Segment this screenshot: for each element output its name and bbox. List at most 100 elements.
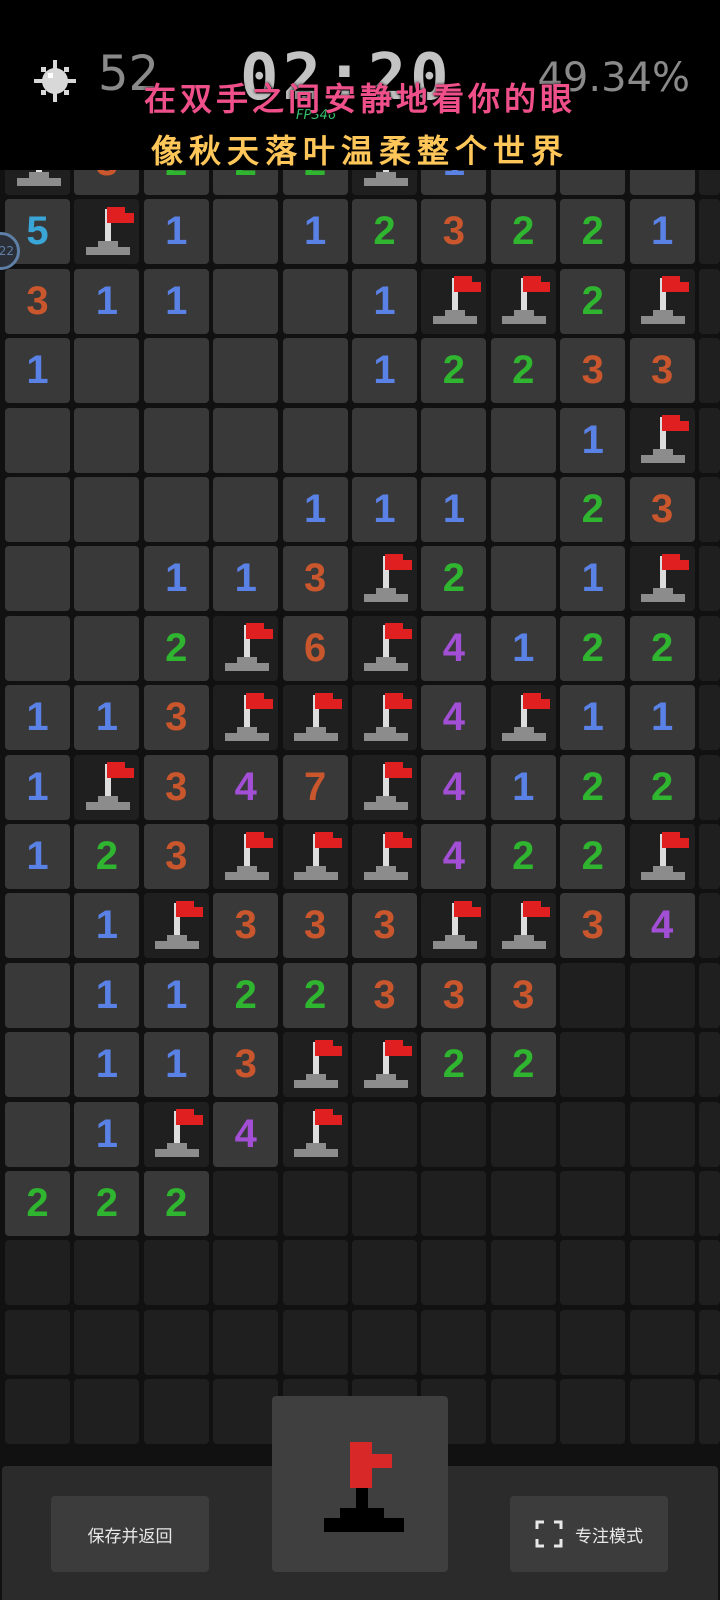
- offscreen-column-cell[interactable]: [699, 1032, 720, 1098]
- number-cell[interactable]: 2: [282, 962, 348, 1028]
- flagged-cell[interactable]: [143, 893, 209, 959]
- empty-cell[interactable]: [5, 1032, 70, 1098]
- flagged-cell[interactable]: [490, 268, 556, 334]
- offscreen-column-cell[interactable]: [699, 1309, 720, 1375]
- empty-cell[interactable]: [213, 477, 279, 542]
- number-cell[interactable]: 1: [143, 1032, 209, 1098]
- unopened-cell[interactable]: [629, 962, 695, 1028]
- number-cell[interactable]: 2: [143, 1171, 209, 1236]
- number-cell[interactable]: 2: [421, 1032, 487, 1098]
- number-cell[interactable]: 4: [421, 754, 487, 820]
- empty-cell[interactable]: [143, 407, 209, 473]
- number-cell[interactable]: 2: [421, 338, 487, 404]
- number-cell[interactable]: 3: [560, 893, 626, 959]
- flagged-cell[interactable]: [421, 893, 487, 959]
- number-cell[interactable]: 2: [490, 199, 556, 265]
- number-cell[interactable]: 1: [560, 407, 626, 473]
- empty-cell[interactable]: [213, 199, 279, 265]
- flagged-cell[interactable]: [352, 1032, 417, 1098]
- number-cell[interactable]: 2: [560, 477, 626, 542]
- unopened-cell[interactable]: [629, 1101, 695, 1167]
- number-cell[interactable]: 2: [629, 754, 695, 820]
- flagged-cell[interactable]: [213, 615, 279, 681]
- number-cell[interactable]: 3: [560, 338, 626, 404]
- number-cell[interactable]: 3: [213, 1032, 279, 1098]
- unopened-cell[interactable]: [560, 1101, 626, 1167]
- empty-cell[interactable]: [5, 893, 70, 959]
- empty-cell[interactable]: [74, 407, 140, 473]
- number-cell[interactable]: 1: [282, 477, 348, 542]
- unopened-cell[interactable]: [490, 1379, 556, 1445]
- save-and-return-button[interactable]: 保存并返回: [51, 1496, 209, 1572]
- number-cell[interactable]: 1: [490, 615, 556, 681]
- offscreen-column-cell[interactable]: [699, 893, 720, 959]
- empty-cell[interactable]: [74, 338, 140, 404]
- empty-cell[interactable]: [5, 546, 70, 612]
- number-cell[interactable]: 1: [5, 824, 70, 889]
- empty-cell[interactable]: [213, 407, 279, 473]
- number-cell[interactable]: 2: [5, 1171, 70, 1236]
- unopened-cell[interactable]: [282, 1309, 348, 1375]
- number-cell[interactable]: 2: [560, 268, 626, 334]
- flagged-cell[interactable]: [282, 824, 348, 889]
- empty-cell[interactable]: [5, 615, 70, 681]
- empty-cell[interactable]: [282, 407, 348, 473]
- unopened-cell[interactable]: [143, 1240, 209, 1306]
- flagged-cell[interactable]: [282, 1101, 348, 1167]
- number-cell[interactable]: 1: [143, 546, 209, 612]
- offscreen-column-cell[interactable]: [699, 685, 720, 751]
- number-cell[interactable]: 1: [352, 268, 417, 334]
- unopened-cell[interactable]: [629, 1240, 695, 1306]
- unopened-cell[interactable]: [5, 1309, 70, 1375]
- unopened-cell[interactable]: [352, 1240, 417, 1306]
- flagged-cell[interactable]: [352, 685, 417, 751]
- unopened-cell[interactable]: [5, 1379, 70, 1445]
- unopened-cell[interactable]: [213, 1240, 279, 1306]
- number-cell[interactable]: 2: [560, 199, 626, 265]
- unopened-cell[interactable]: [560, 962, 626, 1028]
- unopened-cell[interactable]: [421, 1171, 487, 1236]
- unopened-cell[interactable]: [5, 1240, 70, 1306]
- number-cell[interactable]: 2: [560, 824, 626, 889]
- number-cell[interactable]: 4: [213, 754, 279, 820]
- unopened-cell[interactable]: [629, 1309, 695, 1375]
- unopened-cell[interactable]: [213, 1309, 279, 1375]
- number-cell[interactable]: 7: [282, 754, 348, 820]
- empty-cell[interactable]: [282, 338, 348, 404]
- number-cell[interactable]: 1: [74, 685, 140, 751]
- unopened-cell[interactable]: [629, 1032, 695, 1098]
- number-cell[interactable]: 3: [629, 477, 695, 542]
- unopened-cell[interactable]: [421, 1240, 487, 1306]
- number-cell[interactable]: 4: [421, 685, 487, 751]
- number-cell[interactable]: 1: [421, 477, 487, 542]
- empty-cell[interactable]: [5, 477, 70, 542]
- flagged-cell[interactable]: [629, 824, 695, 889]
- number-cell[interactable]: 1: [213, 546, 279, 612]
- flagged-cell[interactable]: [213, 685, 279, 751]
- offscreen-column-cell[interactable]: [699, 1101, 720, 1167]
- number-cell[interactable]: 4: [629, 893, 695, 959]
- unopened-cell[interactable]: [560, 1032, 626, 1098]
- number-cell[interactable]: 1: [490, 754, 556, 820]
- unopened-cell[interactable]: [421, 1101, 487, 1167]
- number-cell[interactable]: 3: [352, 962, 417, 1028]
- flagged-cell[interactable]: [282, 1032, 348, 1098]
- flagged-cell[interactable]: [352, 546, 417, 612]
- number-cell[interactable]: 3: [352, 893, 417, 959]
- flagged-cell[interactable]: [282, 685, 348, 751]
- number-cell[interactable]: 3: [421, 199, 487, 265]
- number-cell[interactable]: 1: [74, 1032, 140, 1098]
- offscreen-column-cell[interactable]: [699, 1379, 720, 1445]
- flagged-cell[interactable]: [629, 407, 695, 473]
- flagged-cell[interactable]: [629, 546, 695, 612]
- number-cell[interactable]: 2: [74, 824, 140, 889]
- number-cell[interactable]: 3: [213, 893, 279, 959]
- number-cell[interactable]: 1: [143, 199, 209, 265]
- empty-cell[interactable]: [490, 477, 556, 542]
- number-cell[interactable]: 1: [629, 685, 695, 751]
- offscreen-column-cell[interactable]: [699, 338, 720, 404]
- number-cell[interactable]: 3: [143, 824, 209, 889]
- number-cell[interactable]: 1: [74, 893, 140, 959]
- offscreen-column-cell[interactable]: [699, 1171, 720, 1236]
- number-cell[interactable]: 2: [143, 615, 209, 681]
